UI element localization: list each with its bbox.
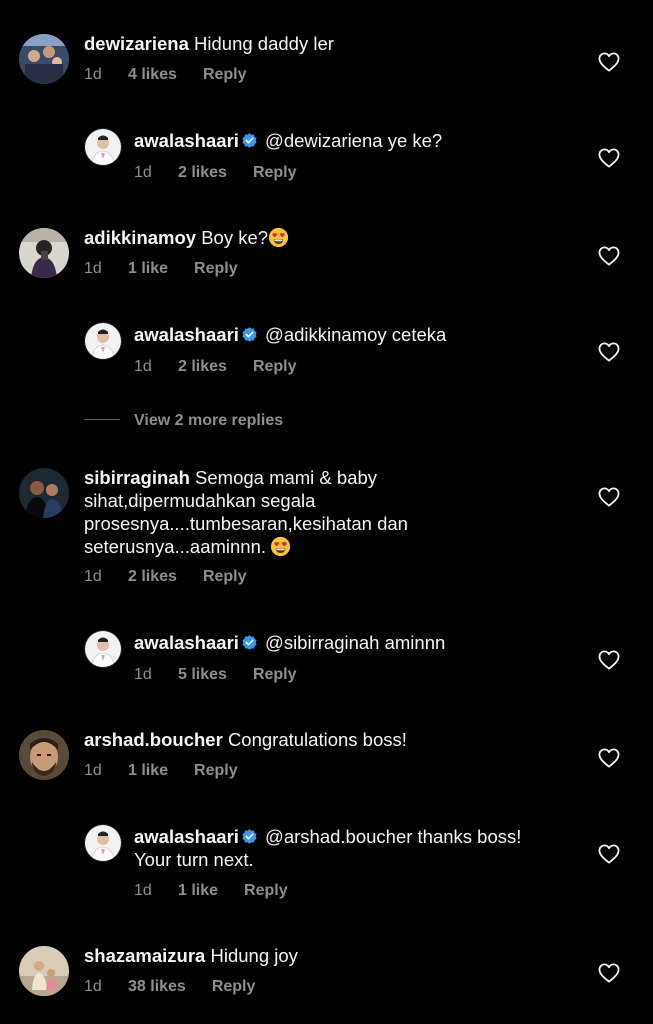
username[interactable]: awalashaari xyxy=(134,632,239,653)
comment-text: @dewizariena ye ke? xyxy=(265,130,443,151)
comment-text-block: awalashaari @adikkinamoy ceteka xyxy=(134,323,564,346)
comment-meta: 1d 2 likes Reply xyxy=(134,164,297,182)
comment-text: Hidung joy xyxy=(210,945,298,966)
timestamp: 1d xyxy=(134,164,152,181)
likes-count[interactable]: 2 likes xyxy=(128,568,177,586)
username[interactable]: awalashaari xyxy=(134,826,239,847)
reply-button[interactable]: Reply xyxy=(253,666,297,684)
comment-text: @adikkinamoy ceteka xyxy=(265,324,447,345)
comment-meta: 1d 5 likes Reply xyxy=(134,666,297,684)
heart-icon[interactable] xyxy=(598,748,620,768)
reply-button[interactable]: Reply xyxy=(253,164,297,182)
comment-text-block: adikkinamoy Boy ke? xyxy=(84,226,554,249)
comment-text-block: dewizariena Hidung daddy ler xyxy=(84,32,554,55)
heart-icon[interactable] xyxy=(598,844,620,864)
username[interactable]: awalashaari xyxy=(134,324,239,345)
verified-badge-icon xyxy=(241,828,258,845)
heart-icon[interactable] xyxy=(598,148,620,168)
heart-icon[interactable] xyxy=(598,487,620,507)
likes-count[interactable]: 4 likes xyxy=(128,66,177,84)
timestamp: 1d xyxy=(84,66,102,83)
comment-meta: 1d 1 like Reply xyxy=(134,882,288,900)
verified-badge-icon xyxy=(241,132,258,149)
comment-text-block: awalashaari @dewizariena ye ke? xyxy=(134,129,564,152)
username[interactable]: shazamaizura xyxy=(84,945,205,966)
username[interactable]: awalashaari xyxy=(134,130,239,151)
avatar[interactable] xyxy=(84,128,122,166)
timestamp: 1d xyxy=(84,568,102,585)
heart-eyes-emoji xyxy=(268,227,289,248)
heart-eyes-emoji xyxy=(270,536,291,557)
comment-meta: 1d 38 likes Reply xyxy=(84,978,255,996)
reply-button[interactable]: Reply xyxy=(253,358,297,376)
timestamp: 1d xyxy=(134,358,152,375)
reply-button[interactable]: Reply xyxy=(203,568,247,586)
comment-meta: 1d 2 likes Reply xyxy=(134,358,297,376)
comment-text: Hidung daddy ler xyxy=(194,33,334,54)
avatar[interactable] xyxy=(84,630,122,668)
comment-meta: 1d 2 likes Reply xyxy=(84,568,247,586)
heart-icon[interactable] xyxy=(598,963,620,983)
heart-icon[interactable] xyxy=(598,246,620,266)
divider-line xyxy=(84,419,120,420)
timestamp: 1d xyxy=(84,260,102,277)
avatar[interactable] xyxy=(19,468,69,518)
comment-text: Congratulations boss! xyxy=(227,729,407,750)
timestamp: 1d xyxy=(134,882,152,899)
heart-icon[interactable] xyxy=(598,52,620,72)
heart-icon[interactable] xyxy=(598,342,620,362)
likes-count[interactable]: 38 likes xyxy=(128,978,186,996)
likes-count[interactable]: 1 like xyxy=(178,882,218,900)
comment-text-block: shazamaizura Hidung joy xyxy=(84,944,554,967)
comment-meta: 1d 1 like Reply xyxy=(84,260,238,278)
comment-text-block: awalashaari @sibirraginah aminnn xyxy=(134,631,564,654)
timestamp: 1d xyxy=(134,666,152,683)
avatar[interactable] xyxy=(84,824,122,862)
comment-text: Boy ke? xyxy=(201,227,269,248)
reply-button[interactable]: Reply xyxy=(244,882,288,900)
likes-count[interactable]: 5 likes xyxy=(178,666,227,684)
comment-text-block: arshad.boucher Congratulations boss! xyxy=(84,728,554,751)
username[interactable]: sibirraginah xyxy=(84,467,190,488)
username[interactable]: adikkinamoy xyxy=(84,227,196,248)
heart-icon[interactable] xyxy=(598,650,620,670)
reply-button[interactable]: Reply xyxy=(194,260,238,278)
verified-badge-icon xyxy=(241,326,258,343)
avatar[interactable] xyxy=(19,34,69,84)
comment-text-block: awalashaari @arshad.boucher thanks boss!… xyxy=(134,825,554,871)
likes-count[interactable]: 1 like xyxy=(128,260,168,278)
likes-count[interactable]: 2 likes xyxy=(178,358,227,376)
comment-meta: 1d 1 like Reply xyxy=(84,762,238,780)
verified-badge-icon xyxy=(241,634,258,651)
likes-count[interactable]: 1 like xyxy=(128,762,168,780)
comment-text-block: sibirraginah Semoga mami & baby sihat,di… xyxy=(84,466,464,558)
timestamp: 1d xyxy=(84,762,102,779)
reply-button[interactable]: Reply xyxy=(194,762,238,780)
username[interactable]: arshad.boucher xyxy=(84,729,223,750)
comment-text: @sibirraginah aminnn xyxy=(265,632,446,653)
view-more-replies-button[interactable]: View 2 more replies xyxy=(84,412,283,430)
avatar[interactable] xyxy=(19,946,69,996)
avatar[interactable] xyxy=(19,730,69,780)
timestamp: 1d xyxy=(84,978,102,995)
view-more-label: View 2 more replies xyxy=(134,412,284,429)
avatar[interactable] xyxy=(84,322,122,360)
avatar[interactable] xyxy=(19,228,69,278)
likes-count[interactable]: 2 likes xyxy=(178,164,227,182)
reply-button[interactable]: Reply xyxy=(212,978,256,996)
comment-meta: 1d 4 likes Reply xyxy=(84,66,247,84)
reply-button[interactable]: Reply xyxy=(203,66,247,84)
username[interactable]: dewizariena xyxy=(84,33,189,54)
